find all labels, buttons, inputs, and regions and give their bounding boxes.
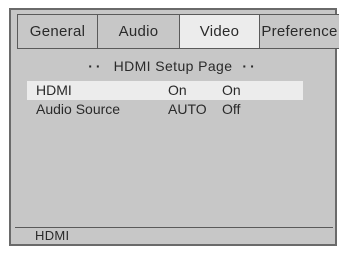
- page-title: ·· HDMI Setup Page ··: [11, 58, 335, 74]
- tab-general[interactable]: General: [17, 14, 98, 49]
- option-off[interactable]: Off: [211, 100, 303, 119]
- setup-menu-window: General Audio Video Preference ·· HDMI Se…: [9, 8, 339, 246]
- tab-audio-label: Audio: [118, 23, 159, 40]
- status-bar: HDMI: [15, 227, 333, 244]
- tab-preference-label: Preference: [261, 23, 338, 40]
- setting-value-hdmi: On: [168, 82, 187, 98]
- tab-video[interactable]: Video: [179, 14, 260, 49]
- title-dots-right: ··: [242, 58, 258, 74]
- title-dots-left: ··: [88, 58, 104, 74]
- setting-label-audio-source: Audio Source: [36, 101, 121, 117]
- setting-label-hdmi: HDMI: [36, 82, 72, 98]
- tab-preference[interactable]: Preference: [259, 14, 339, 49]
- status-text: HDMI: [35, 228, 70, 243]
- setting-row-hdmi[interactable]: HDMI On: [27, 81, 211, 100]
- tab-video-label: Video: [199, 23, 240, 40]
- page-title-text: HDMI Setup Page: [113, 58, 233, 74]
- tab-audio[interactable]: Audio: [97, 14, 180, 49]
- tab-general-label: General: [29, 23, 86, 40]
- setting-value-audio-source: AUTO: [168, 101, 207, 117]
- option-on[interactable]: On: [211, 81, 303, 100]
- setting-row-audio-source[interactable]: Audio Source AUTO: [27, 100, 211, 119]
- hdmi-options-dropdown: On Off: [211, 81, 303, 121]
